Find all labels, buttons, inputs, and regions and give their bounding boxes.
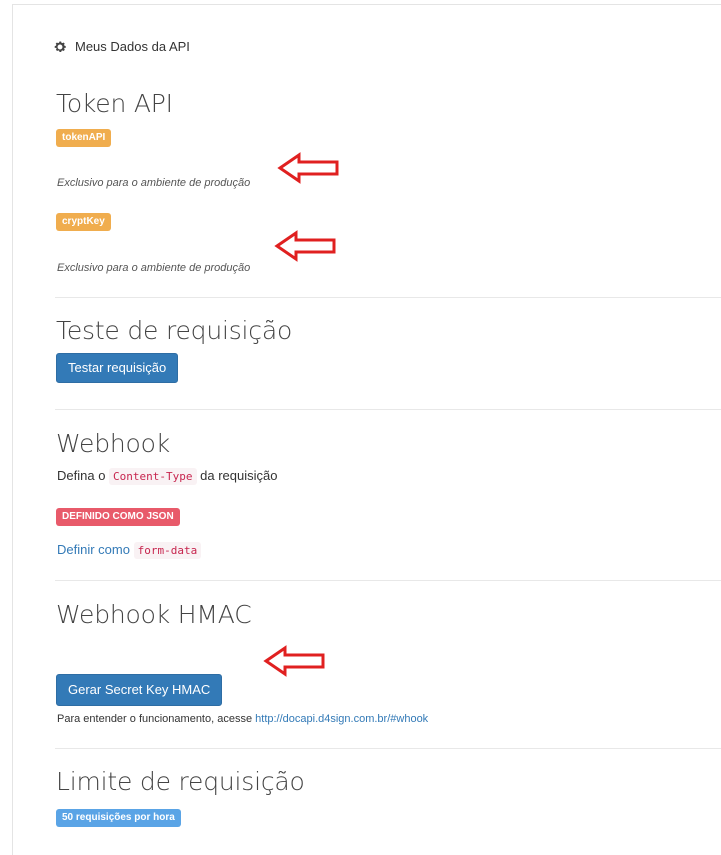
webhook-text-before: Defina o <box>57 468 110 483</box>
request-limit-heading: Limite de requisição <box>56 767 305 796</box>
gear-icon <box>54 40 66 52</box>
webhook-heading: Webhook <box>56 429 171 458</box>
docs-link[interactable]: http://docapi.d4sign.com.br/#whook <box>255 713 428 725</box>
hmac-info: Para entender o funcionamento, acesse ht… <box>57 713 428 725</box>
request-limit-badge: 50 requisições por hora <box>56 809 181 827</box>
panel-title: Meus Dados da API <box>75 39 190 54</box>
token-api-heading: Token API <box>56 89 173 118</box>
token-api-note: Exclusivo para o ambiente de produção <box>57 177 251 189</box>
api-data-panel: Meus Dados da API Token API tokenAPI Exc… <box>12 4 721 855</box>
token-api-label: tokenAPI <box>56 129 112 147</box>
crypt-key-note: Exclusivo para o ambiente de produção <box>57 262 251 274</box>
annotation-arrow-left-icon <box>263 645 325 677</box>
generate-hmac-key-button[interactable]: Gerar Secret Key HMAC <box>56 674 223 706</box>
request-test-heading: Teste de requisição <box>56 316 293 345</box>
set-form-data-link[interactable]: Definir como <box>57 542 130 557</box>
form-data-code: form-data <box>133 542 202 559</box>
set-form-data-row: Definir como form-data <box>57 542 202 559</box>
webhook-content-type-text: Defina o Content-Type da requisição <box>57 468 278 485</box>
divider <box>55 297 721 298</box>
test-request-button[interactable]: Testar requisição <box>56 353 179 383</box>
annotation-arrow-left-icon <box>277 152 339 184</box>
divider <box>55 409 721 410</box>
crypt-key-label: cryptKey <box>56 213 111 231</box>
divider <box>55 748 721 749</box>
json-status-badge: DEFINIDO COMO JSON <box>56 508 180 526</box>
webhook-text-after: da requisição <box>196 468 278 483</box>
panel-header: Meus Dados da API <box>53 39 190 54</box>
divider <box>55 580 721 581</box>
hmac-info-text: Para entender o funcionamento, acesse <box>57 713 256 725</box>
annotation-arrow-left-icon <box>274 230 336 262</box>
webhook-hmac-heading: Webhook HMAC <box>56 600 252 629</box>
content-type-code: Content-Type <box>109 468 197 485</box>
